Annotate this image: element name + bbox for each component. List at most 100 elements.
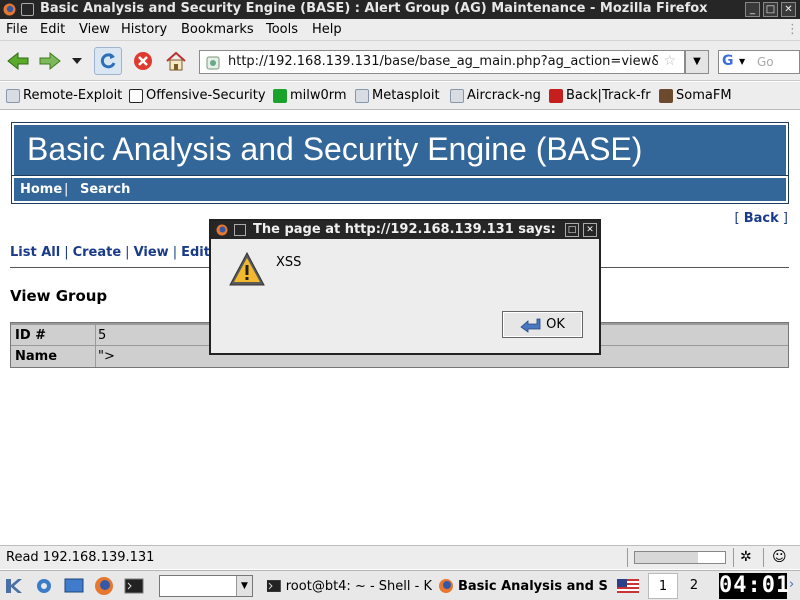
firefox-launcher-icon[interactable] [93, 576, 115, 596]
status-divider [763, 548, 764, 567]
offsec-icon [129, 88, 143, 103]
system-taskbar: ▼ root@bt4: ~ - Shell - K Basic Analysis… [0, 570, 800, 600]
task-shell-label: root@bt4: ~ - Shell - K [285, 578, 432, 594]
dialog-close-button[interactable]: ✕ [583, 223, 597, 237]
bookmark-milw0rm[interactable]: milw0rm [273, 88, 347, 103]
terminal-launcher-icon[interactable] [123, 576, 145, 596]
url-dropdown-button[interactable]: ▼ [685, 50, 709, 74]
window-menu-icon[interactable] [21, 3, 34, 16]
menu-file[interactable]: File [6, 22, 28, 37]
bookmark-metasploit[interactable]: Metasploit [355, 88, 440, 103]
somafm-icon [659, 88, 673, 103]
site-identity-icon[interactable] [206, 56, 220, 70]
dialog-title-bar: The page at http://192.168.139.131 says:… [211, 221, 599, 239]
us-flag-icon[interactable] [617, 579, 639, 593]
globe-icon [355, 88, 369, 103]
task-firefox-label: Basic Analysis and S [458, 578, 608, 594]
desktop-2-button[interactable]: 2 [679, 573, 709, 599]
menu-history[interactable]: History [121, 22, 167, 37]
close-button[interactable]: ✕ [781, 2, 796, 17]
back-button[interactable] [4, 47, 32, 75]
bookmark-remote-exploit[interactable]: Remote-Exploit [6, 88, 122, 103]
ag-actions-bar: List All|Create|View|Edit|De [10, 245, 242, 260]
action-list-all[interactable]: List All [10, 245, 60, 260]
forward-button[interactable] [36, 47, 64, 75]
forward-arrow-icon [39, 51, 61, 71]
chevron-right-icon[interactable]: › [789, 577, 794, 592]
nav-home-link[interactable]: Home [20, 182, 62, 197]
task-firefox[interactable]: Basic Analysis and S [438, 575, 608, 597]
system-settings-icon[interactable] [33, 576, 55, 596]
progress-bar [634, 551, 726, 564]
home-icon [166, 51, 186, 71]
globe-icon [450, 88, 464, 103]
base-header-banner: Basic Analysis and Security Engine (BASE… [11, 122, 789, 182]
dialog-maximize-button[interactable]: □ [565, 223, 579, 237]
terminal-icon [266, 580, 281, 592]
globe-icon [6, 88, 20, 103]
chevron-down-icon [72, 58, 82, 64]
window-title-bar: Basic Analysis and Security Engine (BASE… [0, 0, 800, 19]
search-placeholder: Go [757, 55, 774, 69]
back-link-wrapper: [ Back ] [734, 211, 788, 226]
clock[interactable]: 04:01 [719, 573, 789, 599]
bookmarks-toolbar: Remote-Exploit Offensive-Security milw0r… [0, 82, 800, 110]
dialog-title: The page at http://192.168.139.131 says: [253, 222, 556, 237]
bookmark-star-icon[interactable]: ☆ [663, 53, 676, 69]
task-shell[interactable]: root@bt4: ~ - Shell - K [266, 575, 432, 597]
url-text[interactable]: http://192.168.139.131/base/base_ag_main… [228, 54, 658, 69]
name-label: Name [15, 349, 58, 364]
firebug-icon[interactable]: ✲ [740, 549, 752, 565]
firefox-icon [439, 579, 453, 593]
search-box[interactable]: G ▼ Go [718, 50, 800, 74]
back-link[interactable]: Back [744, 211, 779, 226]
action-create[interactable]: Create [73, 245, 122, 260]
minimize-button[interactable]: _ [745, 2, 760, 17]
search-engine-chevron-icon[interactable]: ▼ [739, 57, 745, 66]
menu-tools[interactable]: Tools [266, 22, 298, 37]
google-icon[interactable]: G [722, 53, 734, 69]
reload-button[interactable] [94, 47, 122, 75]
bookmark-backtrack-fr[interactable]: Back|Track-fr [549, 88, 651, 103]
url-bar[interactable]: http://192.168.139.131/base/base_ag_main… [199, 50, 685, 74]
status-text: Read 192.168.139.131 [6, 550, 155, 565]
chevron-down-icon[interactable]: ▼ [236, 576, 252, 596]
greasemonkey-icon[interactable]: ☺ [772, 549, 787, 565]
menu-view[interactable]: View [79, 22, 110, 37]
id-label: ID # [15, 328, 47, 343]
bookmark-offensive-security[interactable]: Offensive-Security [129, 88, 266, 103]
action-edit[interactable]: Edit [181, 245, 210, 260]
maximize-button[interactable]: □ [763, 2, 778, 17]
dialog-message: XSS [276, 255, 302, 270]
desktop-1-button[interactable]: 1 [648, 573, 678, 599]
history-dropdown[interactable] [66, 47, 88, 75]
base-nav-strip: Home | Search [11, 175, 789, 204]
firefox-icon [216, 224, 228, 236]
ok-button-label: OK [546, 317, 565, 332]
back-arrow-icon [7, 51, 29, 71]
nav-search-link[interactable]: Search [80, 182, 130, 197]
menu-overflow-dots: ⋮ [786, 22, 799, 37]
stop-button[interactable] [129, 47, 157, 75]
backtrack-fr-icon [549, 88, 563, 103]
ok-button[interactable]: OK [502, 311, 583, 338]
status-divider [733, 548, 734, 567]
menu-help[interactable]: Help [312, 22, 342, 37]
kde-menu-icon[interactable] [3, 576, 25, 596]
firefox-icon [3, 3, 16, 16]
home-button[interactable] [162, 47, 190, 75]
menu-bar: File Edit View History Bookmarks Tools H… [0, 19, 800, 41]
menu-bookmarks[interactable]: Bookmarks [181, 22, 254, 37]
status-bar: Read 192.168.139.131 ✲ ☺ [0, 545, 800, 569]
action-view[interactable]: View [134, 245, 169, 260]
menu-edit[interactable]: Edit [40, 22, 65, 37]
warning-icon [229, 251, 265, 286]
status-divider [627, 548, 628, 567]
bookmark-somafm[interactable]: SomaFM [659, 88, 732, 103]
dialog-menu-icon[interactable] [234, 224, 246, 236]
taskbar-run-combo[interactable]: ▼ [159, 575, 253, 597]
view-group-heading: View Group [10, 287, 108, 305]
show-desktop-icon[interactable] [63, 576, 85, 596]
alert-dialog: The page at http://192.168.139.131 says:… [209, 219, 601, 355]
bookmark-aircrack-ng[interactable]: Aircrack-ng [450, 88, 541, 103]
